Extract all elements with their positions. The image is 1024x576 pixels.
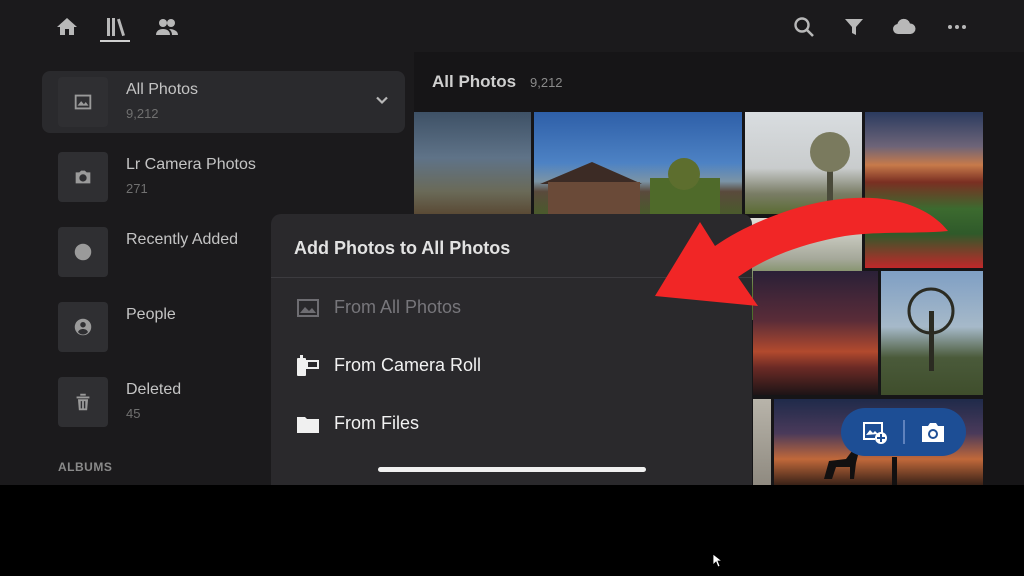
option-label: From Files — [334, 413, 419, 433]
people-icon[interactable] — [154, 14, 180, 40]
camera-roll-icon — [295, 354, 321, 378]
search-icon[interactable] — [791, 14, 817, 40]
add-photo-icon[interactable] — [861, 419, 889, 445]
grid-count: 9,212 — [530, 75, 563, 90]
grid-title: All Photos — [432, 72, 517, 91]
albums-section-label: ALBUMS — [58, 460, 113, 474]
sheet-title: Add Photos to All Photos — [294, 238, 511, 258]
mouse-cursor — [712, 553, 724, 568]
add-photos-sheet: Add Photos to All Photos From All Photos… — [271, 214, 752, 485]
divider — [903, 420, 905, 444]
cloud-icon[interactable] — [891, 14, 917, 40]
sidebar-item-lr-camera-photos[interactable]: Lr Camera Photos 271 — [42, 146, 405, 208]
app-window: All Photos 9,212 Lr Camera Photos 271 Re… — [0, 0, 1024, 485]
option-label: From All Photos — [334, 297, 462, 317]
tree-scene — [810, 132, 850, 202]
photo-thumbnail[interactable] — [534, 112, 742, 214]
photo-thumbnail[interactable] — [865, 112, 983, 268]
folder-icon — [295, 412, 321, 436]
camera-icon — [58, 152, 108, 202]
photo-icon — [58, 77, 108, 127]
photo-thumbnail[interactable] — [753, 271, 878, 395]
photo-thumbnail[interactable] — [753, 399, 771, 485]
chevron-down-icon[interactable] — [373, 91, 391, 109]
photo-thumbnail[interactable] — [414, 112, 531, 214]
bare-tree-scene — [907, 287, 955, 371]
sidebar-item-all-photos[interactable]: All Photos 9,212 — [42, 71, 405, 133]
from-camera-roll-option[interactable]: From Camera Roll — [271, 343, 752, 389]
person-icon — [58, 302, 108, 352]
sidebar-item-count: 45 — [126, 406, 141, 421]
sidebar-item-label: Lr Camera Photos — [126, 156, 256, 173]
from-files-option[interactable]: From Files — [271, 401, 752, 447]
active-tab-indicator — [100, 40, 130, 42]
library-icon[interactable] — [103, 14, 129, 40]
sidebar-item-count: 9,212 — [126, 106, 159, 121]
photo-thumbnail[interactable] — [881, 271, 983, 395]
clock-icon — [58, 227, 108, 277]
divider — [271, 277, 752, 278]
top-bar — [0, 0, 1024, 52]
add-photos-fab — [841, 408, 966, 456]
filter-icon[interactable] — [841, 14, 867, 40]
photo-icon — [295, 296, 321, 320]
sidebar-item-label: People — [126, 306, 176, 323]
trash-icon — [58, 377, 108, 427]
sidebar-item-label: Recently Added — [126, 231, 239, 248]
camera-icon[interactable] — [919, 419, 947, 445]
sidebar-item-label: Deleted — [126, 381, 182, 398]
house-scene — [540, 158, 720, 214]
more-icon[interactable] — [944, 14, 970, 40]
option-label: From Camera Roll — [334, 355, 482, 375]
home-indicator — [378, 467, 646, 472]
home-icon[interactable] — [54, 14, 80, 40]
sidebar-item-label: All Photos — [126, 81, 199, 98]
from-all-photos-option[interactable]: From All Photos — [271, 285, 752, 331]
sidebar-item-count: 271 — [126, 181, 148, 196]
photo-thumbnail[interactable] — [745, 112, 862, 214]
